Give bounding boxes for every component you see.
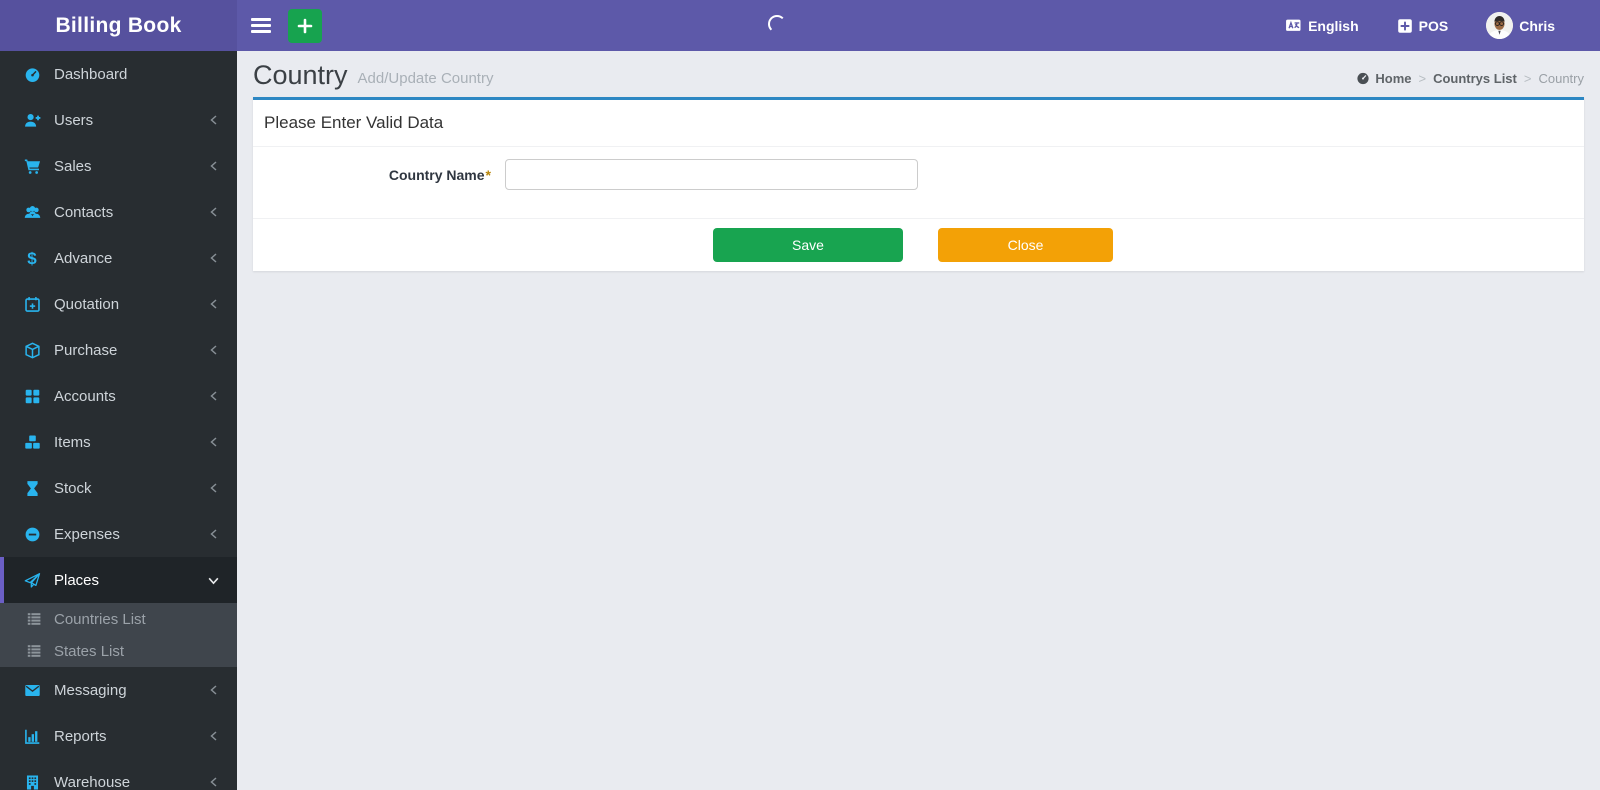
sidebar-item-label: Users bbox=[54, 111, 94, 129]
sidebar-item-label: Items bbox=[54, 433, 91, 451]
language-icon bbox=[1286, 19, 1301, 31]
chevron-left-icon bbox=[208, 528, 220, 540]
list-icon bbox=[24, 643, 44, 659]
plus-square-icon bbox=[1397, 18, 1412, 33]
country-name-input[interactable] bbox=[505, 159, 918, 190]
sidebar-subitem-label: Countries List bbox=[54, 610, 146, 628]
chevron-left-icon bbox=[208, 114, 220, 126]
chevron-left-icon bbox=[208, 390, 220, 402]
close-button[interactable]: Close bbox=[938, 228, 1113, 262]
card-header: Please Enter Valid Data bbox=[253, 100, 1584, 147]
sidebar-item-contacts[interactable]: Contacts bbox=[0, 189, 237, 235]
chevron-left-icon bbox=[208, 252, 220, 264]
chevron-left-icon bbox=[208, 206, 220, 218]
chevron-left-icon bbox=[208, 482, 220, 494]
sidebar-item-label: Stock bbox=[54, 479, 92, 497]
sidebar-item-accounts[interactable]: Accounts bbox=[0, 373, 237, 419]
breadcrumb-home-link[interactable]: Home bbox=[1375, 71, 1411, 86]
sidebar-item-label: Advance bbox=[54, 249, 113, 267]
page-subtitle: Add/Update Country bbox=[357, 69, 494, 87]
sidebar-item-label: Messaging bbox=[54, 681, 127, 699]
loading-spinner bbox=[768, 15, 786, 33]
cubes-icon bbox=[21, 434, 43, 451]
cart-icon bbox=[21, 158, 43, 175]
envelope-icon bbox=[21, 682, 43, 699]
topbar: Billing Book English POS Chris bbox=[0, 0, 1600, 51]
sidebar-item-advance[interactable]: $ Advance bbox=[0, 235, 237, 281]
sidebar-item-quotation[interactable]: Quotation bbox=[0, 281, 237, 327]
country-name-label: Country Name* bbox=[388, 166, 491, 183]
chevron-left-icon bbox=[208, 298, 220, 310]
app-logo[interactable]: Billing Book bbox=[0, 0, 237, 51]
sidebar-item-messaging[interactable]: Messaging bbox=[0, 667, 237, 713]
sidebar-item-places[interactable]: Places bbox=[0, 557, 237, 603]
plus-icon bbox=[297, 18, 313, 33]
user-name-label: Chris bbox=[1519, 17, 1555, 34]
home-dashboard-icon bbox=[1357, 72, 1369, 85]
grid-icon bbox=[21, 388, 43, 405]
sidebar-subitem-label: States List bbox=[54, 642, 125, 660]
sidebar-item-expenses[interactable]: Expenses bbox=[0, 511, 237, 557]
sidebar-item-label: Places bbox=[54, 571, 100, 589]
pos-label: POS bbox=[1418, 17, 1449, 34]
required-marker: * bbox=[485, 166, 491, 183]
language-label: English bbox=[1308, 17, 1359, 34]
building-icon bbox=[21, 774, 43, 790]
sidebar-item-label: Sales bbox=[54, 157, 92, 175]
sidebar-item-reports[interactable]: Reports bbox=[0, 713, 237, 759]
sidebar-item-dashboard[interactable]: Dashboard bbox=[0, 51, 237, 97]
menu-toggle-icon[interactable] bbox=[251, 18, 271, 33]
sidebar-item-label: Accounts bbox=[54, 387, 116, 405]
minus-circle-icon bbox=[21, 526, 43, 543]
chevron-left-icon bbox=[208, 344, 220, 356]
sidebar-item-label: Purchase bbox=[54, 341, 118, 359]
cube-icon bbox=[21, 341, 43, 359]
users-icon bbox=[21, 204, 43, 221]
language-menu[interactable]: English bbox=[1285, 17, 1359, 34]
chevron-left-icon bbox=[208, 730, 220, 742]
list-icon bbox=[24, 611, 44, 627]
calendar-plus-icon bbox=[21, 296, 43, 313]
hourglass-icon bbox=[21, 480, 43, 497]
quick-add-button[interactable] bbox=[288, 8, 322, 43]
chevron-left-icon bbox=[208, 436, 220, 448]
places-submenu: Countries List States List bbox=[0, 603, 237, 667]
sidebar-item-items[interactable]: Items bbox=[0, 419, 237, 465]
chevron-left-icon bbox=[208, 160, 220, 172]
sidebar-item-stock[interactable]: Stock bbox=[0, 465, 237, 511]
chevron-left-icon bbox=[208, 776, 220, 788]
page-title: Country bbox=[253, 59, 348, 90]
sidebar-item-label: Quotation bbox=[54, 295, 120, 313]
sidebar-item-label: Warehouse bbox=[54, 773, 131, 790]
sidebar: Dashboard Users Sales Contacts $ Advance… bbox=[0, 51, 237, 790]
sidebar-item-label: Expenses bbox=[54, 525, 120, 543]
sidebar-item-sales[interactable]: Sales bbox=[0, 143, 237, 189]
sidebar-item-purchase[interactable]: Purchase bbox=[0, 327, 237, 373]
breadcrumb-countrys-list-link[interactable]: Countrys List bbox=[1433, 71, 1517, 86]
sidebar-item-countries-list[interactable]: Countries List bbox=[0, 603, 237, 635]
dollar-icon: $ bbox=[27, 248, 37, 268]
breadcrumb-current: Country bbox=[1538, 70, 1584, 86]
user-menu[interactable]: Chris bbox=[1486, 12, 1555, 39]
chevron-down-icon bbox=[207, 574, 220, 587]
pos-button[interactable]: POS bbox=[1397, 17, 1449, 34]
dashboard-icon bbox=[21, 66, 43, 83]
sidebar-item-warehouse[interactable]: Warehouse bbox=[0, 759, 237, 790]
breadcrumb-separator: > bbox=[1418, 70, 1427, 86]
breadcrumb-separator: > bbox=[1523, 70, 1532, 86]
sidebar-item-label: Dashboard bbox=[54, 65, 128, 83]
bar-chart-icon bbox=[21, 728, 43, 745]
breadcrumb: Home > Countrys List > Country bbox=[1356, 71, 1584, 86]
save-button[interactable]: Save bbox=[713, 228, 903, 262]
sidebar-item-states-list[interactable]: States List bbox=[0, 635, 237, 667]
country-form-card: Please Enter Valid Data Country Name* Sa… bbox=[253, 97, 1584, 271]
avatar bbox=[1486, 12, 1514, 39]
user-plus-icon bbox=[21, 112, 43, 129]
sidebar-item-label: Reports bbox=[54, 727, 107, 745]
paper-plane-icon bbox=[21, 572, 43, 589]
main-content: Country Add/Update Country Home > Countr… bbox=[237, 51, 1600, 790]
sidebar-item-label: Contacts bbox=[54, 203, 114, 221]
chevron-left-icon bbox=[208, 684, 220, 696]
sidebar-item-users[interactable]: Users bbox=[0, 97, 237, 143]
